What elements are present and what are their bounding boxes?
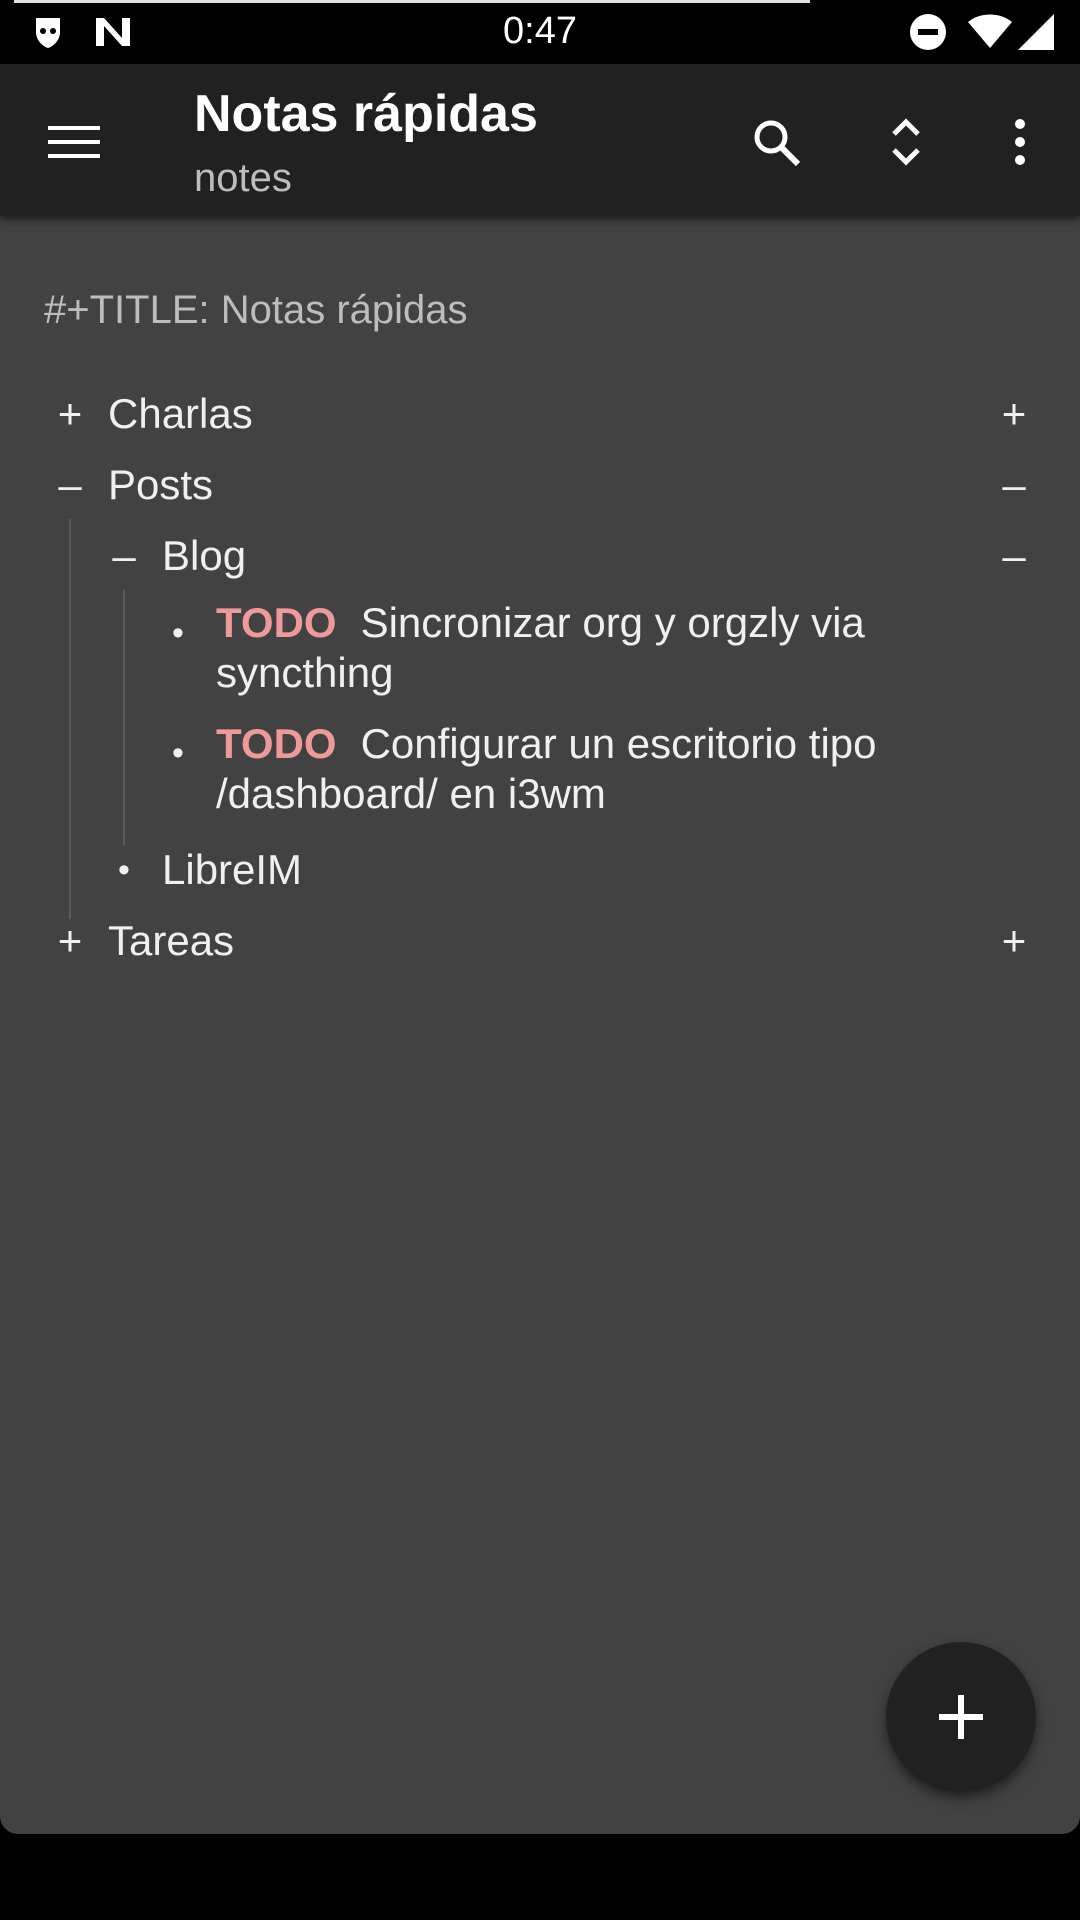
add-note-button[interactable] xyxy=(886,1642,1036,1792)
plus-icon xyxy=(939,1695,983,1739)
indent-guide xyxy=(123,590,125,846)
bullet: • xyxy=(118,851,130,889)
outline-item-todo-dashboard[interactable]: TODO Configurar un escritorio tipo /dashb… xyxy=(216,719,1016,819)
notebook-content: #+TITLE: Notas rápidas + Charlas + – Pos… xyxy=(0,216,1080,1834)
loading-progress-line xyxy=(14,0,810,3)
heading-label: Posts xyxy=(108,461,214,508)
app-title: Notas rápidas xyxy=(194,85,538,143)
outline-item-blog[interactable]: – Blog – xyxy=(0,526,1080,586)
expand-toggle[interactable]: + xyxy=(50,911,90,971)
fold-indicator[interactable]: – xyxy=(994,455,1034,515)
app-subtitle: notes xyxy=(194,156,292,200)
collapse-toggle[interactable]: – xyxy=(50,455,90,515)
bullet: • xyxy=(172,734,184,772)
search-icon[interactable] xyxy=(738,104,814,180)
cell-signal-icon xyxy=(1016,12,1056,52)
system-navigation-bar xyxy=(0,1834,1080,1920)
do-not-disturb-icon xyxy=(908,12,948,52)
more-vert-icon[interactable] xyxy=(982,104,1058,180)
todo-keyword: TODO xyxy=(216,599,337,646)
fold-indicator[interactable]: – xyxy=(994,526,1034,586)
outline-item-todo-sync[interactable]: TODO Sincronizar org y orgzly via syncthi… xyxy=(216,598,1016,698)
wifi-icon xyxy=(966,12,1014,52)
outline-item-charlas[interactable]: + Charlas + xyxy=(0,384,1080,444)
heading-label: Charlas xyxy=(108,390,253,437)
heading-label: Tareas xyxy=(108,917,235,964)
outline-item-posts[interactable]: – Posts – xyxy=(0,455,1080,515)
outline-item-libreim[interactable]: • LibreIM xyxy=(0,840,1080,900)
app-bar: Notas rápidas notes xyxy=(0,64,1080,216)
fold-indicator[interactable]: + xyxy=(994,911,1034,971)
menu-icon[interactable] xyxy=(36,104,112,180)
heading-label: Blog xyxy=(162,532,247,579)
collapse-toggle[interactable]: – xyxy=(104,526,144,586)
expand-collapse-icon[interactable] xyxy=(868,104,944,180)
file-title-line: #+TITLE: Notas rápidas xyxy=(44,288,468,332)
todo-keyword: TODO xyxy=(216,720,337,767)
expand-toggle[interactable]: + xyxy=(50,384,90,444)
bullet: • xyxy=(172,614,184,652)
fold-indicator[interactable]: + xyxy=(994,384,1034,444)
heading-label: LibreIM xyxy=(162,846,303,893)
status-bar: 0:47 xyxy=(0,0,1080,64)
outline-item-tareas[interactable]: + Tareas + xyxy=(0,911,1080,971)
